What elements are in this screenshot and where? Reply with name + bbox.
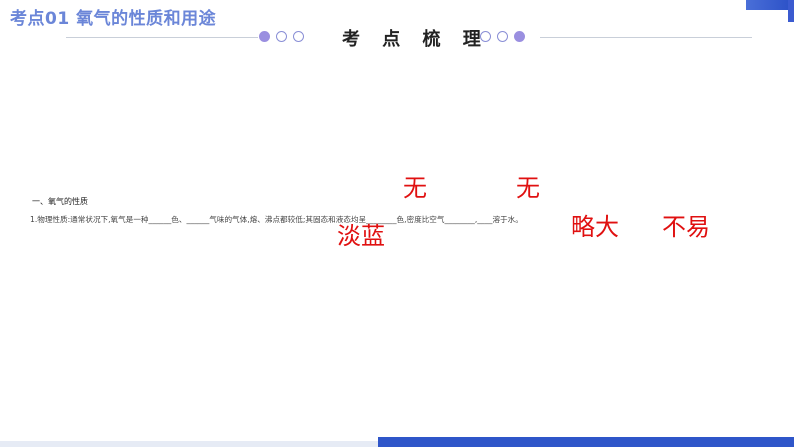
corner-accent-edge xyxy=(788,0,794,22)
decor-dots-right xyxy=(480,31,525,42)
dot-filled xyxy=(259,31,270,42)
answer-density: 略大 xyxy=(571,213,619,241)
answer-odor: 无 xyxy=(516,174,540,202)
bottom-right-band xyxy=(378,437,794,447)
dot-outline xyxy=(276,31,287,42)
bottom-left-band xyxy=(0,441,380,447)
corner-accent-bar xyxy=(746,0,794,10)
decor-dots-left xyxy=(259,31,304,42)
slide-title: 考点01 氧气的性质和用途 xyxy=(10,9,217,29)
answer-color: 无 xyxy=(403,174,427,202)
dot-outline xyxy=(480,31,491,42)
section-title: 考 点 梳 理 xyxy=(342,29,489,50)
header-divider-left xyxy=(66,37,258,38)
answer-solid-liquid-color: 淡蓝 xyxy=(337,222,385,250)
dot-filled xyxy=(514,31,525,42)
dot-outline xyxy=(293,31,304,42)
content-line: 1.物理性质:通常状况下,氧气是一种______色、______气味的气体,熔、… xyxy=(30,215,523,224)
answer-solubility: 不易 xyxy=(662,213,710,241)
dot-outline xyxy=(497,31,508,42)
content-heading: 一、氧气的性质 xyxy=(32,197,88,206)
header-divider-right xyxy=(540,37,752,38)
